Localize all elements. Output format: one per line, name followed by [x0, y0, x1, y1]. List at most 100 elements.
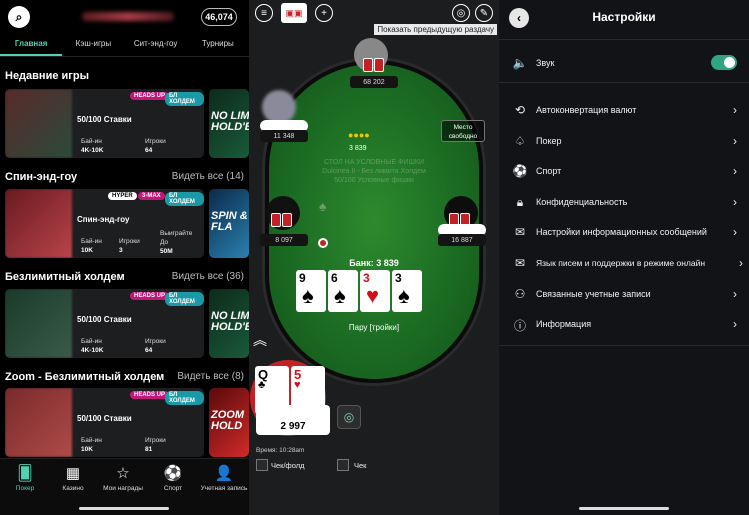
tab-main[interactable]: Главная	[0, 35, 63, 56]
check-fold-label: Чек/фолд	[271, 461, 305, 470]
chevron-right-icon: ›	[733, 225, 737, 239]
settings-item-language[interactable]: ✉ Язык писем и поддержки в режиме онлайн ›	[499, 248, 749, 278]
home-indicator	[79, 507, 169, 510]
game-title: Спин-энд-гоу	[77, 215, 130, 224]
table-panel: ≡ ▣▣ + ◎ ✎ Показать предыдущую раздачу С…	[249, 0, 499, 515]
add-table-icon[interactable]: +	[315, 4, 333, 22]
section-title-zoom: Zoom - Безлимитный холдем	[5, 371, 165, 383]
badge: БЛ ХОЛДЕМ	[165, 92, 204, 106]
game-tile[interactable]: NO LIMIT HOLD'EM	[209, 289, 249, 358]
collapse-chevron-icon[interactable]: ︽	[253, 330, 267, 350]
avatar[interactable]	[262, 90, 296, 124]
notifications-icon[interactable]: ◎	[452, 4, 470, 22]
board-card: 3 ♠	[392, 270, 422, 312]
lobby-panel: ⌕ 46,074 Главная Кэш-игры Сит-энд-гоу Ту…	[0, 0, 249, 515]
settings-panel: ‹ Настройки 🔈 Звук ⟲ Автоконвертация валю…	[499, 0, 749, 515]
game-title: 50/100 Ставки	[77, 414, 132, 423]
buyin-info: Бай-ин 4K-10K	[81, 338, 104, 354]
time-label: Время: 10:28am	[256, 447, 305, 454]
nav-casino[interactable]: ▦ Казино	[48, 464, 98, 492]
settings-item-currency[interactable]: ⟲ Автоконвертация валют ›	[499, 95, 749, 125]
cards-icon: 🂠	[17, 465, 33, 482]
game-title: 50/100 Ставки	[77, 315, 132, 324]
card-back	[271, 213, 281, 227]
settings-header: ‹ Настройки	[499, 0, 749, 40]
currency-icon: ⟲	[514, 103, 526, 117]
game-card[interactable]: HEADS UP БЛ ХОЛДЕМ 50/100 Ставки Бай-ин 1…	[5, 388, 204, 457]
settings-item-poker[interactable]: ♤ Покер ›	[499, 126, 749, 156]
settings-item-info[interactable]: ⓘ Информация ›	[499, 309, 749, 339]
show-previous-hand-button[interactable]: Показать предыдущую раздачу	[374, 24, 497, 35]
pot-total: Банк: 3 839	[349, 258, 399, 268]
stack-amount: 68 202	[350, 76, 398, 88]
menu-icon[interactable]: ≡	[255, 4, 273, 22]
see-all-link[interactable]: Видеть все (14)	[172, 171, 244, 182]
game-card[interactable]: HEADS UP БЛ ХОЛДЕМ 50/100 Ставки Бай-ин 4…	[5, 89, 204, 158]
game-card[interactable]: HEADS UP БЛ ХОЛДЕМ 50/100 Ставки Бай-ин 4…	[5, 289, 204, 358]
tab-sit-and-go[interactable]: Сит-энд-гоу	[125, 35, 187, 56]
search-icon[interactable]: ⌕	[8, 6, 30, 28]
see-all-link[interactable]: Видеть все (8)	[177, 371, 244, 382]
ball-icon: ⚽	[163, 465, 183, 482]
stack-amount: 16 887	[438, 234, 486, 246]
stack-amount: 11 348	[260, 130, 308, 142]
tab-cash-games[interactable]: Кэш-игры	[62, 35, 124, 56]
sound-toggle[interactable]	[711, 55, 737, 70]
home-indicator	[579, 507, 669, 510]
settings-item-sport[interactable]: ⚽ Спорт ›	[499, 156, 749, 186]
card-back	[282, 213, 292, 227]
chevron-right-icon: ›	[733, 317, 737, 331]
chip-stack-icon[interactable]: ◎	[337, 405, 361, 429]
badge: HEADS UP	[130, 292, 170, 300]
rewards-icon: ☆	[116, 465, 130, 482]
nav-poker[interactable]: 🂠 Покер	[0, 464, 50, 492]
game-card[interactable]: HYPER 3-MAX БЛ ХОЛДЕМ Спин-энд-гоу Бай-и…	[5, 189, 204, 258]
username-blurred	[82, 12, 174, 21]
buyin-info: Бай-ин 4K-10K	[81, 138, 104, 154]
chat-icon[interactable]: ✎	[475, 4, 493, 22]
nav-account[interactable]: 👤 Учетная запись	[198, 464, 249, 492]
free-seat-button[interactable]: Место свободно	[441, 120, 485, 142]
ball-icon: ⚽	[512, 164, 528, 178]
chevron-right-icon: ›	[739, 256, 743, 270]
lobby-tabs: Главная Кэш-игры Сит-энд-гоу Турниры	[0, 35, 249, 57]
card-back	[374, 58, 384, 72]
nav-sport[interactable]: ⚽ Спорт	[148, 464, 198, 492]
settings-item-messages[interactable]: ✉ Настройки информационных сообщений ›	[499, 217, 749, 247]
section-title-recent: Недавние игры	[5, 70, 89, 82]
badge: HEADS UP	[130, 92, 170, 100]
board-card: 9 ♠	[296, 270, 326, 312]
table-switch-icon[interactable]: ▣▣	[281, 3, 307, 23]
speaker-icon: 🔈	[512, 56, 528, 70]
game-thumbnail	[5, 289, 72, 358]
badge: HEADS UP	[130, 391, 170, 399]
game-tile[interactable]: NO LIMIT HOLD'EM	[209, 89, 249, 158]
check-fold-checkbox[interactable]	[256, 459, 268, 471]
sound-row: 🔈 Звук	[499, 45, 749, 83]
user-icon: 👤	[214, 465, 234, 482]
see-all-link[interactable]: Видеть все (36)	[172, 271, 244, 282]
settings-item-privacy[interactable]: 🔒︎ Конфиденциальность ›	[499, 187, 749, 217]
lock-icon: 🔒︎	[516, 195, 524, 209]
game-tile[interactable]: SPIN & FLA	[209, 189, 249, 258]
players-info: Игроки 81	[145, 437, 166, 453]
linked-accounts-icon: ⚇	[514, 287, 526, 301]
tab-tournaments[interactable]: Турниры	[187, 35, 249, 56]
card-back	[363, 58, 373, 72]
page-title: Настройки	[592, 10, 656, 24]
hand-combination: Пару [тройки]	[348, 323, 400, 332]
section-title-spin: Спин-энд-гоу	[5, 171, 78, 183]
bottom-nav: 🂠 Покер ▦ Казино ☆ Мои награды ⚽ Спорт 👤 Учет…	[0, 458, 249, 515]
message-icon: ✉	[514, 225, 526, 239]
board-card: 3 ♥	[360, 270, 390, 312]
settings-item-linked[interactable]: ⚇ Связанные учетные записи ›	[499, 279, 749, 309]
casino-icon: ▦	[65, 465, 81, 482]
players-info: Игроки 64	[145, 338, 166, 354]
balance-badge[interactable]: 46,074	[201, 8, 237, 26]
chevron-right-icon: ›	[733, 134, 737, 148]
dealer-chip-icon	[318, 238, 328, 248]
check-checkbox[interactable]	[337, 459, 349, 471]
game-thumbnail	[5, 189, 72, 258]
game-tile[interactable]: ZOOM HOLD	[209, 388, 249, 457]
nav-rewards[interactable]: ☆ Мои награды	[98, 464, 148, 492]
